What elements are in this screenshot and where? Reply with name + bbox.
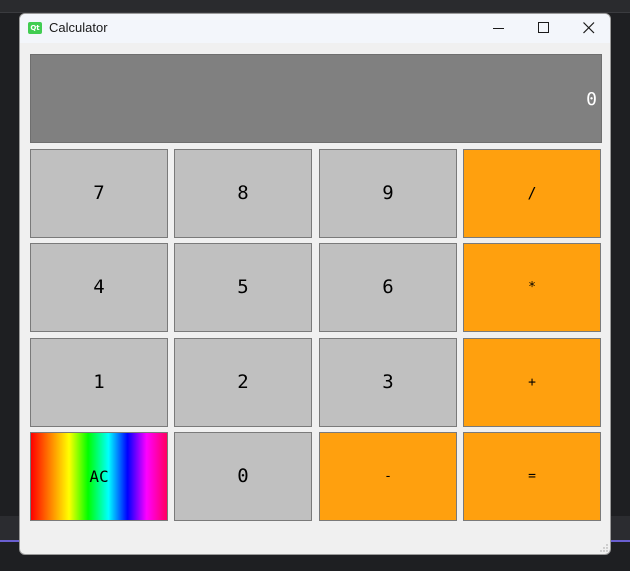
multiply-button[interactable]: * bbox=[463, 243, 601, 332]
minimize-button[interactable] bbox=[477, 14, 521, 43]
divide-button[interactable]: / bbox=[463, 149, 601, 238]
key-5[interactable]: 5 bbox=[174, 243, 312, 332]
desktop-top-bar bbox=[0, 0, 630, 12]
title-bar[interactable]: Qt Calculator bbox=[20, 14, 610, 43]
key-3[interactable]: 3 bbox=[319, 338, 457, 427]
close-icon bbox=[583, 22, 595, 34]
close-button[interactable] bbox=[567, 14, 610, 43]
equals-button[interactable]: = bbox=[463, 432, 601, 521]
clear-button[interactable]: AC bbox=[30, 432, 168, 521]
minimize-icon bbox=[493, 28, 504, 29]
add-button[interactable]: + bbox=[463, 338, 601, 427]
calculator-window: Qt Calculator 0 7 8 9 / 4 5 6 * 1 2 3 + … bbox=[19, 13, 611, 555]
key-4[interactable]: 4 bbox=[30, 243, 168, 332]
key-9[interactable]: 9 bbox=[319, 149, 457, 238]
maximize-button[interactable] bbox=[522, 14, 566, 43]
display-value: 0 bbox=[586, 89, 597, 110]
key-7[interactable]: 7 bbox=[30, 149, 168, 238]
window-title: Calculator bbox=[49, 20, 108, 35]
maximize-icon bbox=[538, 22, 549, 33]
key-6[interactable]: 6 bbox=[319, 243, 457, 332]
key-8[interactable]: 8 bbox=[174, 149, 312, 238]
resize-grip-icon[interactable] bbox=[600, 544, 608, 552]
qt-app-icon: Qt bbox=[28, 22, 42, 34]
calculator-display: 0 bbox=[30, 54, 602, 143]
key-1[interactable]: 1 bbox=[30, 338, 168, 427]
key-0[interactable]: 0 bbox=[174, 432, 312, 521]
subtract-button[interactable]: - bbox=[319, 432, 457, 521]
key-2[interactable]: 2 bbox=[174, 338, 312, 427]
